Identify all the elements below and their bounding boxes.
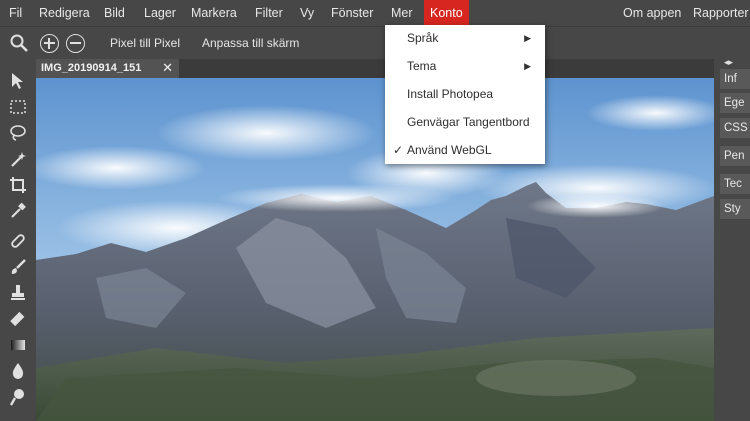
fit-to-screen-button[interactable]: Anpassa till skärm (202, 36, 299, 50)
pixel-to-pixel-button[interactable]: Pixel till Pixel (110, 36, 180, 50)
document-tab[interactable]: IMG_20190914_151 ✕ (36, 59, 179, 78)
close-icon[interactable]: ✕ (162, 60, 173, 76)
panel-tab-properties[interactable]: Ege (720, 93, 750, 113)
tools-panel (0, 59, 36, 421)
submenu-arrow-icon: ▶ (524, 61, 531, 71)
menu-mer[interactable]: Mer (391, 0, 413, 26)
menu-item-keyboard-shortcuts[interactable]: Genvägar Tangentbord (385, 109, 545, 136)
zoom-in-icon[interactable] (40, 34, 59, 53)
dodge-tool-icon[interactable] (8, 387, 28, 407)
menu-item-install-photopea[interactable]: Install Photopea (385, 81, 545, 108)
menu-filter[interactable]: Filter (255, 0, 283, 26)
submenu-arrow-icon: ▶ (524, 33, 531, 43)
menu-vy[interactable]: Vy (300, 0, 314, 26)
menu-om-appen[interactable]: Om appen (623, 0, 681, 26)
collapse-panel-icon[interactable]: ◂▸ (724, 57, 733, 68)
options-bar: Pixel till Pixel Anpassa till skärm (0, 26, 750, 59)
menu-item-use-webgl[interactable]: ✓ Använd WebGL (385, 137, 545, 164)
panel-tab-styles[interactable]: Sty (720, 199, 750, 219)
gradient-tool-icon[interactable] (8, 335, 28, 355)
konto-dropdown-menu: Språk ▶ Tema ▶ Install Photopea Genvägar… (385, 25, 545, 164)
menu-markera[interactable]: Markera (191, 0, 237, 26)
panel-tab-css[interactable]: CSS (720, 118, 750, 138)
lasso-tool-icon[interactable] (8, 123, 28, 143)
panel-tab-character[interactable]: Tec (720, 174, 750, 194)
marquee-tool-icon[interactable] (8, 97, 28, 117)
menu-item-language[interactable]: Språk ▶ (385, 25, 545, 52)
menubar: Fil Redigera Bild Lager Markera Filter V… (0, 0, 750, 26)
menu-konto[interactable]: Konto (424, 0, 469, 26)
menu-fil[interactable]: Fil (9, 0, 22, 26)
blur-tool-icon[interactable] (8, 361, 28, 381)
menu-item-theme[interactable]: Tema ▶ (385, 53, 545, 80)
document-tab-title: IMG_20190914_151 (41, 62, 142, 74)
healing-tool-icon[interactable] (8, 231, 28, 251)
menu-rapporter[interactable]: Rapporter (693, 0, 749, 26)
menu-redigera[interactable]: Redigera (39, 0, 90, 26)
zoom-icon[interactable] (9, 33, 29, 53)
tab-bar: IMG_20190914_151 ✕ (36, 59, 714, 78)
right-panel: ◂▸ Inf Ege CSS Pen Tec Sty (714, 57, 750, 421)
crop-tool-icon[interactable] (8, 175, 28, 195)
eyedropper-tool-icon[interactable] (8, 201, 28, 221)
move-tool-icon[interactable] (8, 71, 28, 91)
mountain-photo (36, 78, 714, 421)
zoom-out-icon[interactable] (66, 34, 85, 53)
menu-bild[interactable]: Bild (104, 0, 125, 26)
eraser-tool-icon[interactable] (8, 309, 28, 329)
panel-tab-brush[interactable]: Pen (720, 146, 750, 166)
magic-wand-tool-icon[interactable] (8, 149, 28, 169)
document-canvas[interactable] (36, 78, 714, 421)
menu-lager[interactable]: Lager (144, 0, 176, 26)
menu-fonster[interactable]: Fönster (331, 0, 373, 26)
brush-tool-icon[interactable] (8, 257, 28, 277)
checkmark-icon: ✓ (393, 143, 404, 157)
stamp-tool-icon[interactable] (8, 283, 28, 303)
panel-tab-info[interactable]: Inf (720, 69, 750, 89)
